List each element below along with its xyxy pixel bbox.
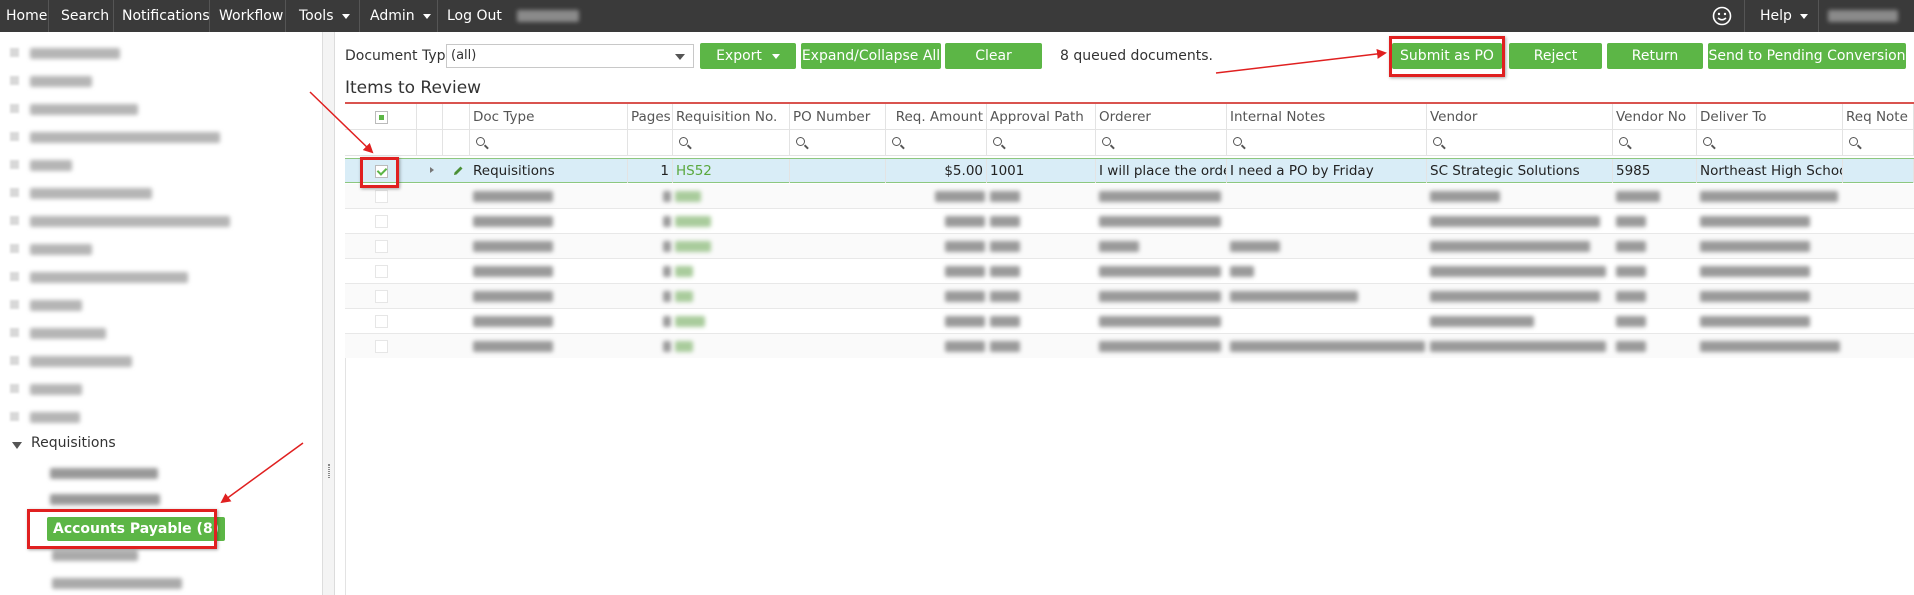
arrow-to-checkbox [309,91,374,154]
arrow-to-accounts-payable [220,442,304,504]
annotation-arrows [220,48,1387,504]
arrow-to-submit [1215,48,1387,74]
